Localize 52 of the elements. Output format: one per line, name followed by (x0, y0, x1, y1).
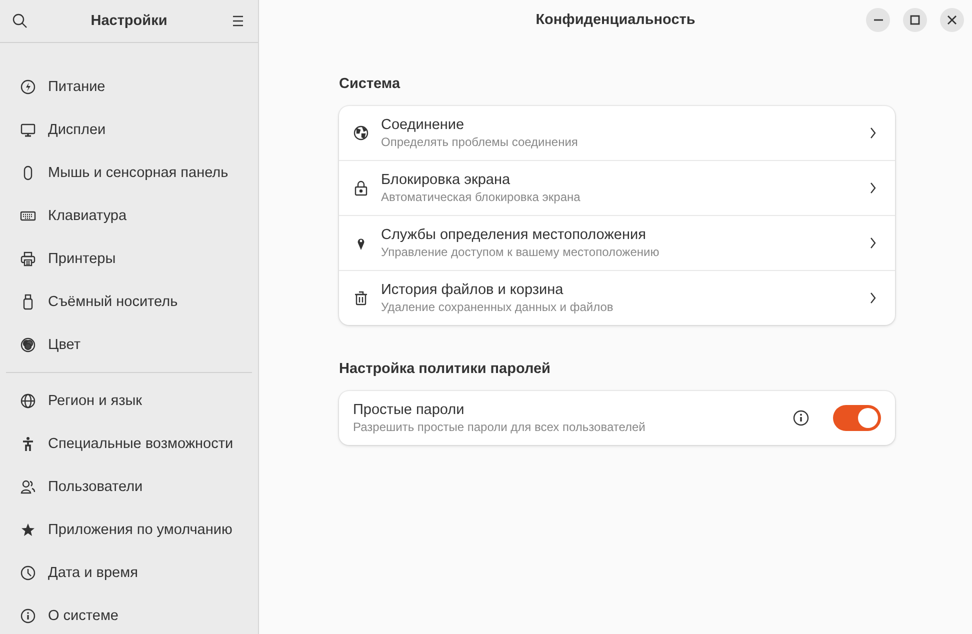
close-button[interactable] (940, 8, 964, 32)
settings-row[interactable]: Соединение Определять проблемы соединения (339, 106, 895, 160)
minimize-button[interactable] (866, 8, 890, 32)
row-subtitle: Управление доступом к вашему местоположению (381, 245, 660, 259)
sidebar-item[interactable]: Регион и язык (4, 379, 254, 422)
sidebar-item[interactable]: Цвет (4, 323, 254, 366)
color-wheel-icon (20, 336, 36, 352)
sidebar-item[interactable]: Съёмный носитель (4, 280, 254, 323)
row-title: Службы определения местоположения (381, 227, 647, 243)
sidebar-title: Настройки (90, 13, 168, 29)
section-heading: Настройка политики паролей (339, 361, 552, 377)
sidebar-item[interactable]: Дата и время (4, 551, 254, 594)
info-icon (20, 608, 36, 624)
sidebar-item[interactable]: О системе (4, 594, 254, 634)
row-subtitle: Автоматическая блокировка экрана (381, 190, 582, 204)
padlock-icon (353, 180, 369, 196)
lightning-icon (20, 78, 36, 94)
row-title: История файлов и корзина (381, 282, 564, 298)
sidebar-item[interactable]: Клавиатура (4, 194, 254, 237)
sidebar-item[interactable]: Приложения по умолчанию (4, 508, 254, 551)
toggle-switch[interactable] (833, 405, 881, 431)
trash-icon (353, 290, 369, 306)
info-button[interactable] (791, 408, 811, 428)
users-icon (20, 478, 36, 494)
globe-icon (20, 392, 36, 408)
minimize-icon (874, 19, 882, 21)
row-subtitle: Определять проблемы соединения (381, 135, 579, 149)
sidebar-item[interactable]: Дисплеи (4, 108, 254, 151)
row-title: Простые пароли (353, 402, 466, 418)
settings-row[interactable]: Блокировка экрана Автоматическая блокировка экрана (339, 160, 895, 215)
section-heading: Система (339, 76, 402, 92)
row-title: Соединение (381, 117, 466, 133)
globe-icon (353, 125, 369, 141)
sidebar-item[interactable]: Пользователи (4, 465, 254, 508)
star-icon (20, 522, 36, 538)
printer-icon (20, 250, 36, 266)
sidebar-item[interactable]: Мышь и сенсорная панель (4, 151, 254, 194)
search-icon (12, 13, 28, 29)
row-title: Блокировка экрана (381, 172, 512, 188)
person-icon (20, 436, 36, 452)
row-subtitle: Удаление сохраненных данных и файлов (381, 300, 614, 314)
sidebar-item[interactable]: Питание (4, 65, 254, 108)
sidebar-item[interactable]: Принтеры (4, 237, 254, 280)
settings-row[interactable]: Службы определения местоположения Управление доступом к вашему местоположению (339, 215, 895, 270)
settings-row[interactable]: История файлов и корзина Удаление сохраненных данных и файлов (339, 270, 895, 325)
info-icon (793, 410, 809, 426)
maximize-button[interactable] (903, 8, 927, 32)
row-subtitle: Разрешить простые пароли для всех пользователей (353, 420, 646, 434)
sidebar-item[interactable]: Специальные возможности (4, 422, 254, 465)
clock-icon (20, 564, 36, 580)
window-title: Конфиденциальность (536, 12, 696, 28)
monitor-icon (20, 122, 36, 138)
